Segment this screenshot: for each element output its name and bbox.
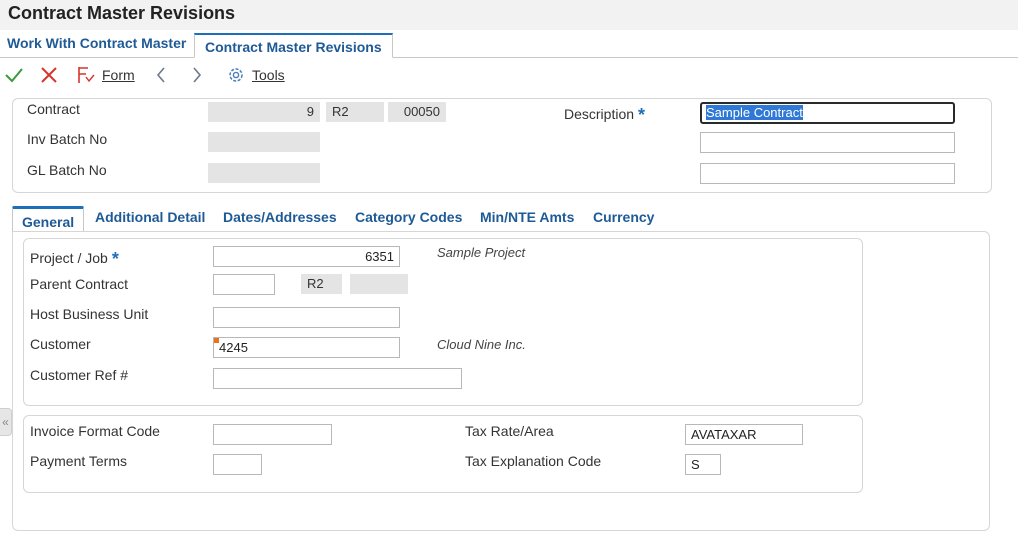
tab-additional-detail[interactable]: Additional Detail bbox=[95, 209, 205, 225]
parent-contract-type-field: R2 bbox=[301, 274, 342, 294]
checkmark-icon bbox=[4, 65, 24, 85]
customer-description: Cloud Nine Inc. bbox=[437, 337, 526, 352]
project-description: Sample Project bbox=[437, 245, 526, 260]
project-label-text: Project / Job bbox=[30, 250, 108, 266]
contract-company-field: 00050 bbox=[388, 102, 446, 122]
customer-label: Customer bbox=[30, 336, 91, 352]
parent-contract-label: Parent Contract bbox=[30, 276, 129, 292]
tax-rate-area-input[interactable]: AVATAXAR bbox=[685, 424, 803, 445]
tab-min-nte-amts[interactable]: Min/NTE Amts bbox=[480, 209, 574, 225]
description-line2-input[interactable] bbox=[700, 132, 955, 153]
tab-currency[interactable]: Currency bbox=[593, 209, 654, 225]
project-label: Project / Job * bbox=[30, 247, 119, 269]
contract-type-field: R2 bbox=[326, 102, 384, 122]
form-menu-button[interactable]: Form bbox=[76, 64, 135, 86]
form-icon bbox=[76, 65, 96, 85]
gear-icon bbox=[226, 65, 246, 85]
payment-terms-input[interactable] bbox=[213, 454, 262, 475]
tax-explanation-code-label: Tax Explanation Code bbox=[465, 453, 602, 469]
customer-ref-label: Customer Ref # bbox=[30, 367, 129, 383]
breadcrumb: Work With Contract Master Contract Maste… bbox=[0, 31, 1018, 58]
cancel-button[interactable] bbox=[39, 64, 59, 86]
payment-terms-label: Payment Terms bbox=[30, 453, 127, 469]
toolbar: Form Tools bbox=[0, 60, 1018, 90]
tools-menu-label: Tools bbox=[252, 67, 285, 83]
x-icon bbox=[39, 65, 59, 85]
title-bar: Contract Master Revisions bbox=[0, 0, 1018, 30]
required-indicator-icon: * bbox=[111, 249, 119, 269]
invoice-format-label: Invoice Format Code bbox=[30, 423, 160, 439]
breadcrumb-contract-master-revisions[interactable]: Contract Master Revisions bbox=[194, 33, 393, 58]
tab-category-codes[interactable]: Category Codes bbox=[355, 209, 462, 225]
host-business-unit-label: Host Business Unit bbox=[30, 306, 149, 322]
description-label-text: Description bbox=[564, 106, 635, 122]
description-value: Sample Contract bbox=[706, 105, 803, 120]
description-line3-input[interactable] bbox=[700, 163, 955, 184]
form-menu-label: Form bbox=[102, 67, 135, 83]
gl-batch-label: GL Batch No bbox=[27, 162, 107, 178]
customer-input[interactable]: 4245 bbox=[213, 337, 400, 358]
contract-number-field: 9 bbox=[208, 102, 320, 122]
description-input[interactable]: Sample Contract bbox=[700, 102, 955, 124]
parent-contract-company-field bbox=[350, 274, 408, 294]
contract-label: Contract bbox=[27, 101, 80, 117]
gl-batch-field bbox=[208, 163, 320, 183]
description-label: Description * bbox=[564, 103, 646, 125]
page-title: Contract Master Revisions bbox=[8, 3, 236, 23]
collapse-panel-handle[interactable]: « bbox=[0, 408, 12, 436]
previous-button[interactable] bbox=[153, 64, 169, 86]
invoice-format-input[interactable] bbox=[213, 424, 332, 445]
tab-dates-addresses[interactable]: Dates/Addresses bbox=[223, 209, 337, 225]
double-chevron-left-icon: « bbox=[2, 415, 9, 429]
customer-ref-input[interactable] bbox=[213, 368, 462, 389]
host-business-unit-input[interactable] bbox=[213, 307, 400, 328]
tax-rate-area-label: Tax Rate/Area bbox=[465, 423, 554, 439]
chevron-left-icon bbox=[153, 65, 169, 85]
changed-marker-icon bbox=[214, 338, 219, 343]
chevron-right-icon bbox=[189, 65, 205, 85]
tab-general[interactable]: General bbox=[12, 206, 85, 232]
parent-contract-input[interactable] bbox=[213, 274, 275, 295]
breadcrumb-work-with-contract-master[interactable]: Work With Contract Master bbox=[7, 35, 186, 51]
next-button[interactable] bbox=[189, 64, 205, 86]
ok-button[interactable] bbox=[4, 64, 24, 86]
project-input[interactable]: 6351 bbox=[213, 246, 400, 267]
tools-menu-button[interactable]: Tools bbox=[226, 64, 285, 86]
inv-batch-label: Inv Batch No bbox=[27, 131, 108, 147]
inv-batch-field bbox=[208, 132, 320, 152]
tax-explanation-code-input[interactable]: S bbox=[685, 454, 721, 475]
customer-value: 4245 bbox=[219, 340, 248, 355]
required-indicator-icon: * bbox=[638, 105, 646, 125]
